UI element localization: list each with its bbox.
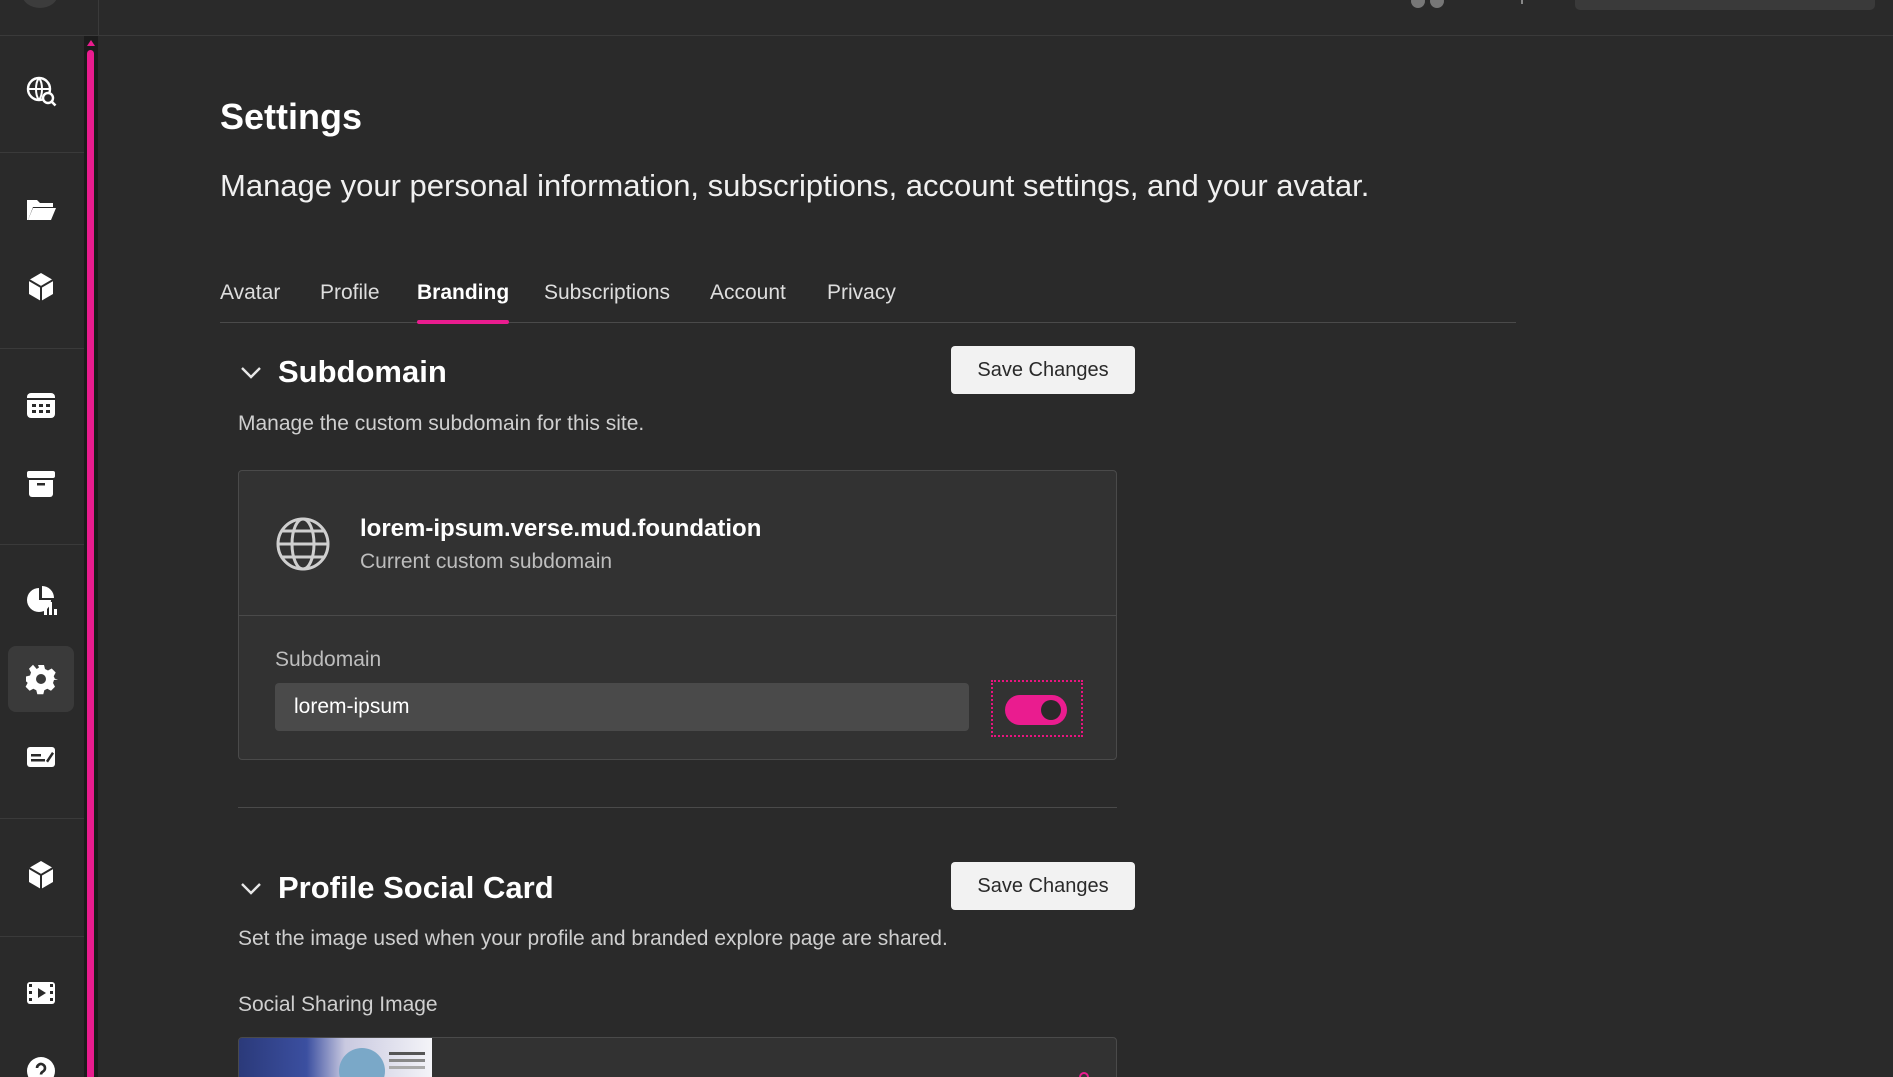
sidebar-item-analytics[interactable] [8, 568, 74, 634]
video-icon [27, 982, 55, 1004]
chart-icon [27, 586, 57, 615]
archive-icon [27, 471, 55, 497]
current-subdomain-value: lorem-ipsum.verse.mud.foundation [360, 515, 762, 542]
social-image-box[interactable] [238, 1037, 1117, 1077]
social-card-section-header: Profile Social Card [238, 870, 554, 906]
presence-icons[interactable] [1411, 0, 1449, 13]
toggle-knob [1041, 700, 1061, 720]
sidebar [0, 36, 84, 1077]
sidebar-item-assets[interactable] [8, 842, 74, 908]
page-subtitle: Manage your personal information, subscr… [220, 168, 1370, 203]
settings-tabs: Avatar Profile Branding Subscriptions Ac… [220, 278, 1516, 324]
sidebar-item-help[interactable] [8, 1038, 74, 1077]
notification-icon[interactable] [1513, 0, 1523, 4]
sidebar-item-settings[interactable] [8, 646, 74, 712]
folder-icon [27, 200, 56, 220]
chevron-down-icon[interactable] [238, 359, 264, 385]
sidebar-item-media[interactable] [8, 960, 74, 1026]
thumbnail-text-lines [389, 1052, 425, 1055]
calendar-icon [27, 393, 55, 418]
subdomain-section-header: Subdomain [238, 354, 447, 390]
sidebar-item-events[interactable] [8, 372, 74, 438]
subdomain-save-button[interactable]: Save Changes [951, 346, 1135, 394]
sidebar-item-explore[interactable] [8, 58, 74, 124]
user-dot-icon [1430, 0, 1444, 8]
edit-image-icon[interactable] [1079, 1072, 1089, 1077]
help-icon [27, 1057, 55, 1077]
subdomain-card: lorem-ipsum.verse.mud.foundation Current… [238, 470, 1117, 760]
globe-icon [276, 517, 330, 571]
sidebar-separator [0, 936, 84, 937]
scroll-up-icon[interactable] [87, 40, 95, 46]
sidebar-scrollbar[interactable] [84, 36, 98, 1077]
top-bar [0, 0, 1893, 36]
social-image-label: Social Sharing Image [238, 993, 438, 1016]
tab-branding[interactable]: Branding [417, 278, 510, 324]
social-card-section-title: Profile Social Card [278, 870, 554, 905]
thumbnail-orb [339, 1048, 385, 1077]
tab-privacy[interactable]: Privacy [827, 278, 896, 323]
sidebar-separator [0, 152, 84, 153]
subdomain-section-title: Subdomain [278, 354, 447, 389]
sidebar-separator [0, 818, 84, 819]
page-title: Settings [220, 96, 363, 137]
social-image-thumbnail [239, 1038, 432, 1077]
tab-profile[interactable]: Profile [320, 278, 380, 323]
current-subdomain-caption: Current custom subdomain [360, 550, 613, 573]
sidebar-item-passes[interactable] [8, 724, 74, 790]
social-card-section-description: Set the image used when your profile and… [238, 927, 948, 950]
tab-account[interactable]: Account [710, 278, 786, 323]
sidebar-separator [0, 544, 84, 545]
cube-icon [28, 861, 54, 889]
avatar[interactable] [22, 0, 58, 8]
globe-search-icon [26, 76, 57, 107]
tab-avatar[interactable]: Avatar [220, 278, 280, 323]
tab-subscriptions[interactable]: Subscriptions [544, 278, 670, 323]
user-dot-icon [1411, 0, 1425, 8]
chevron-down-icon[interactable] [238, 875, 264, 901]
section-divider [238, 807, 1117, 808]
gear-icon [25, 664, 58, 695]
current-subdomain-panel: lorem-ipsum.verse.mud.foundation Current… [239, 471, 1116, 616]
id-card-icon [27, 747, 55, 767]
scrollbar-thumb[interactable] [87, 50, 94, 1077]
sidebar-item-objects[interactable] [8, 254, 74, 320]
subdomain-input[interactable] [275, 683, 969, 731]
toggle-switch[interactable] [1005, 695, 1067, 725]
social-card-save-button[interactable]: Save Changes [951, 862, 1135, 910]
top-divider [98, 0, 99, 36]
sidebar-item-archive[interactable] [8, 450, 74, 516]
subdomain-section-description: Manage the custom subdomain for this sit… [238, 412, 645, 435]
sidebar-item-files[interactable] [8, 176, 74, 242]
cube-icon [28, 273, 54, 301]
subdomain-toggle[interactable] [991, 680, 1083, 737]
subdomain-field-label: Subdomain [275, 648, 382, 671]
sidebar-separator [0, 348, 84, 349]
search-input[interactable] [1575, 0, 1875, 10]
